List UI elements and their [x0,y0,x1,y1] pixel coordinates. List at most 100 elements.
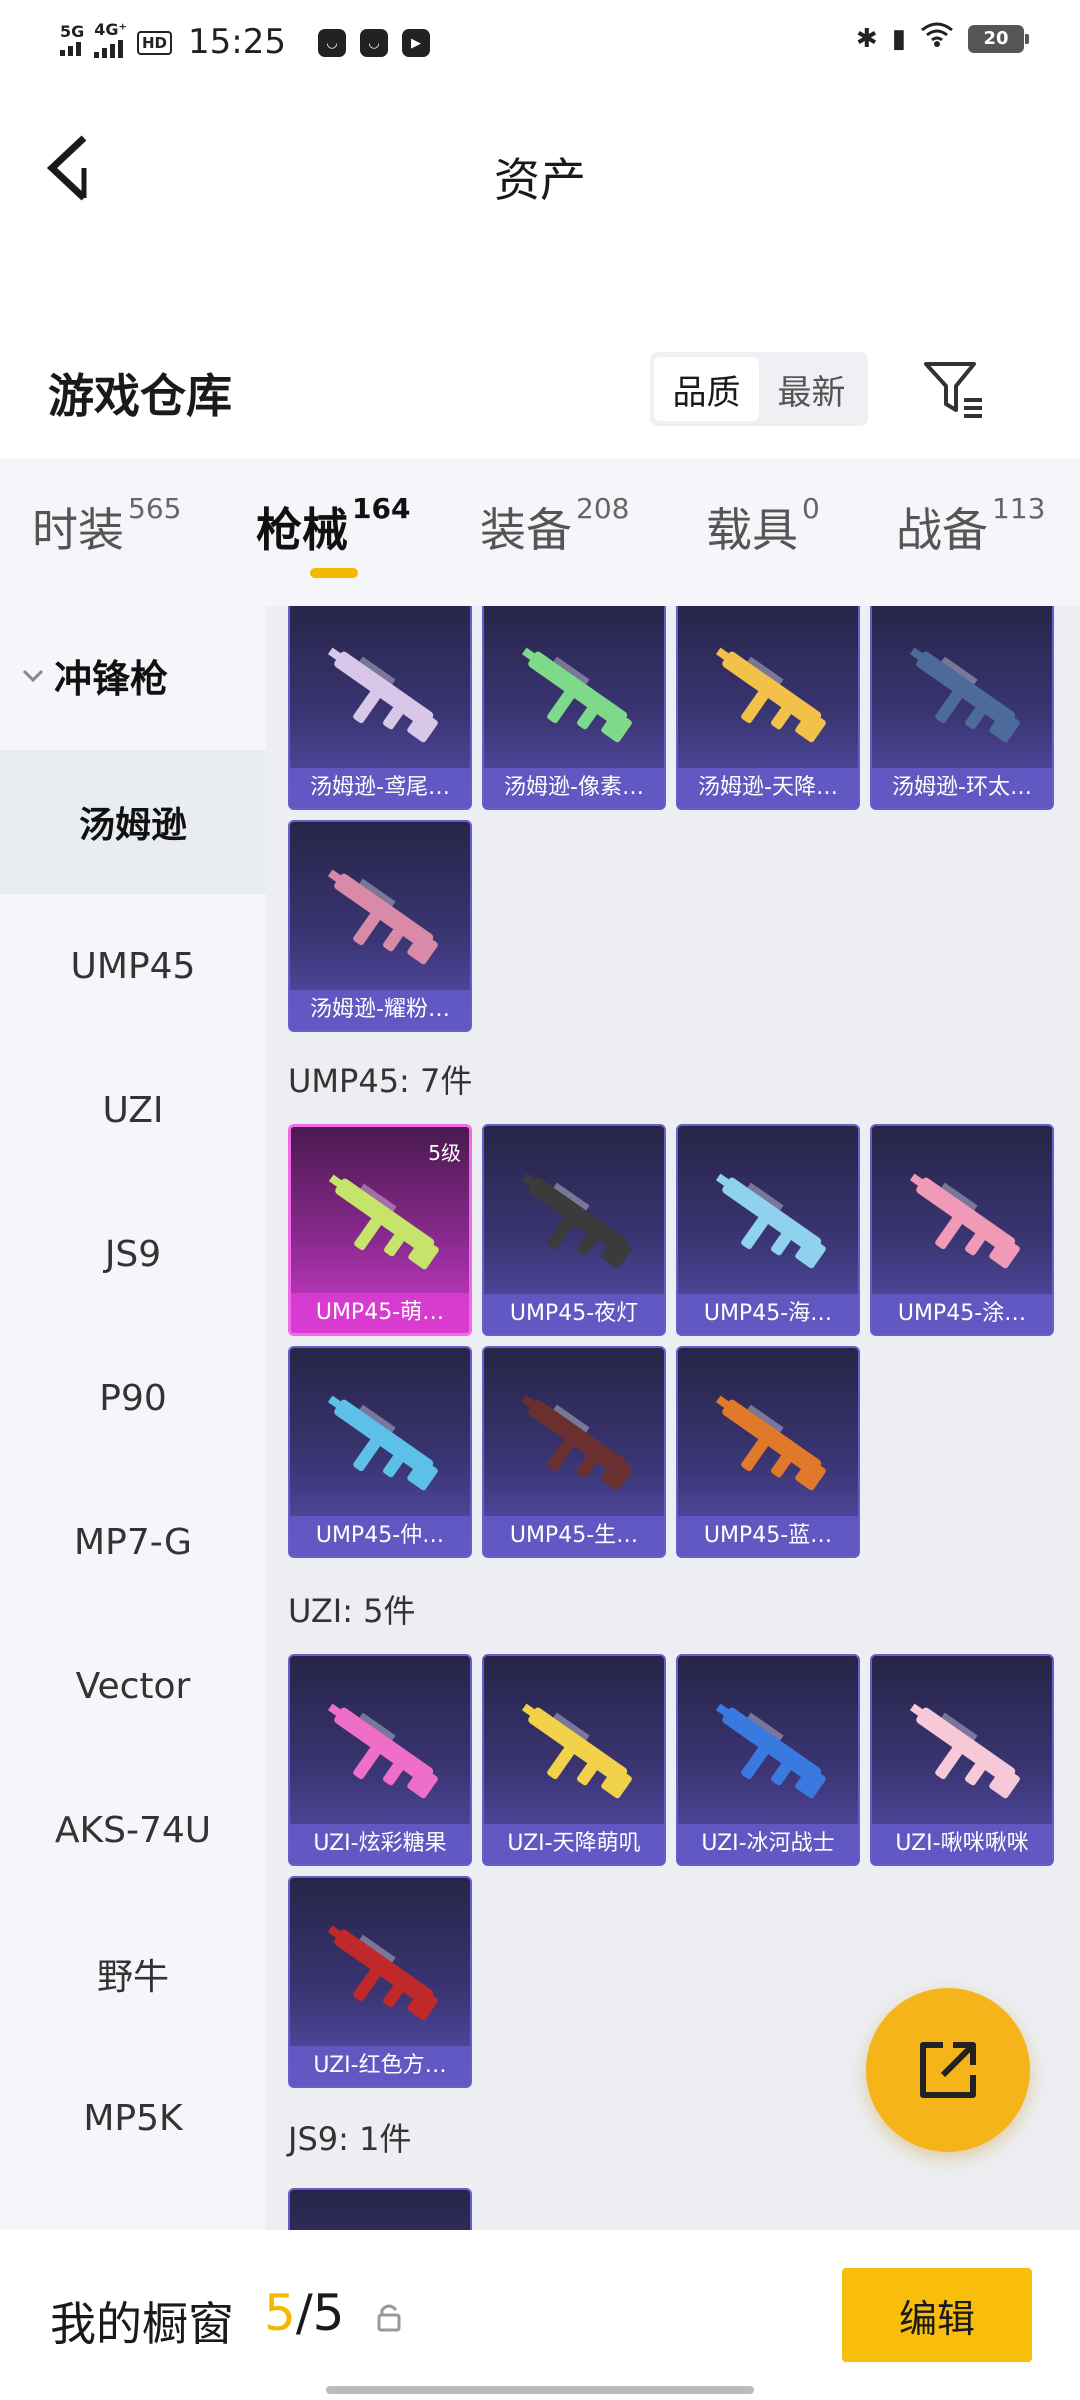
skin-card[interactable]: UMP45-仲… [288,1346,472,1558]
showcase-label: 我的橱窗 [50,2297,234,2351]
gun-image [316,1678,448,1818]
notification-app-icon: ◡ [359,29,388,57]
network-4g: 4G⁺ [94,22,127,58]
filter-icon [924,362,982,418]
bottom-bar: 我的橱窗 5/5 编辑 [0,2230,1080,2400]
group-label-ump45: UMP45: 7件 [288,1062,473,1100]
skin-card[interactable]: UMP45-生… [482,1346,666,1558]
sidebar-item-ump45[interactable]: UMP45 [0,894,266,1038]
skin-name: 汤姆逊-环太… [872,768,1052,808]
skin-card[interactable]: UZI-啾咪啾咪 [870,1654,1054,1866]
tab-vehicles[interactable]: 载具 0 [706,492,820,560]
gun-image [898,622,1030,762]
gun-image [704,1148,836,1288]
weapon-sidebar: 冲锋枪 汤姆逊 UMP45 UZI JS9 P90 MP7-G Vector A… [0,606,266,2230]
tab-fashion[interactable]: 时装 565 [32,492,181,560]
skin-grid: 汤姆逊-鸢尾… 汤姆逊-像素… 汤姆逊-天降… 汤姆逊-环太… 汤姆逊-耀粉… … [266,606,1080,2230]
sidebar-item-bizon[interactable]: 野牛 [0,1902,266,2046]
sidebar-item-mp7g[interactable]: MP7-G [0,1470,266,1614]
nav-bar: 资产 [0,84,1080,254]
skin-card[interactable]: 汤姆逊-鸢尾… [288,606,472,810]
notification-play-icon: ▶ [401,29,430,57]
sidebar-item-uzi[interactable]: UZI [0,1038,266,1182]
skin-card[interactable]: UZI-炫彩糖果 [288,1654,472,1866]
skin-name: 汤姆逊-像素… [484,768,664,808]
sidebar-item-vector[interactable]: Vector [0,1614,266,1758]
skin-name: UMP45-萌… [291,1293,469,1333]
skin-name: UMP45-涂… [872,1294,1052,1334]
skin-card[interactable]: 汤姆逊-环太… [870,606,1054,810]
skin-card[interactable]: UMP45-蓝… [676,1346,860,1558]
wifi-icon [920,22,954,55]
skin-card[interactable]: UMP45-涂… [870,1124,1054,1336]
sort-option-quality[interactable]: 品质 [654,357,759,421]
skin-name: UMP45-生… [484,1516,664,1556]
gun-image [704,1370,836,1510]
page-title: 资产 [494,153,586,207]
skin-level-badge: 5级 [428,1141,461,1165]
skin-card[interactable]: 汤姆逊-天降… [676,606,860,810]
share-external-icon [920,2042,976,2098]
gun-image [704,622,836,762]
sidebar-item-p90[interactable]: P90 [0,1326,266,1470]
battery-icon: 20 [968,24,1029,53]
skin-card[interactable]: UZI-冰河战士 [676,1654,860,1866]
skin-name: UZI-天降萌叽 [484,1824,664,1864]
skin-card[interactable]: 汤姆逊-耀粉… [288,820,472,1032]
filter-button[interactable] [920,354,990,424]
sidebar-item-js9[interactable]: JS9 [0,1182,266,1326]
skin-card[interactable] [288,2188,472,2230]
skin-name: UMP45-蓝… [678,1516,858,1556]
edit-button[interactable]: 编辑 [842,2268,1032,2362]
tab-equipment[interactable]: 装备 208 [480,492,629,560]
gun-image [898,1148,1030,1288]
sidebar-item-aks74u[interactable]: AKS-74U [0,1758,266,1902]
skin-name: 汤姆逊-耀粉… [290,990,470,1030]
gun-image [317,1149,449,1289]
skin-name: UZI-啾咪啾咪 [872,1824,1052,1864]
gun-image [898,1678,1030,1818]
skin-name: UZI-冰河战士 [678,1824,858,1864]
sort-option-newest[interactable]: 最新 [759,357,864,421]
gun-image [316,622,448,762]
share-fab-button[interactable] [866,1988,1030,2152]
gun-image [316,1370,448,1510]
status-time: 15:25 [188,22,286,62]
skin-card[interactable]: UZI-红色方… [288,1876,472,2088]
skin-card[interactable]: 5级 UMP45-萌… [288,1124,472,1336]
tab-guns[interactable]: 枪械 164 [256,492,410,560]
gun-image [316,1900,448,2040]
sort-toggle: 品质 最新 [650,352,868,426]
hd-voice-icon: HD [136,31,172,55]
skin-name: UMP45-海… [678,1294,858,1334]
notification-app-icon: ◡ [317,29,346,57]
home-indicator[interactable] [326,2386,754,2394]
section-header: 游戏仓库 品质 最新 [0,330,1080,450]
sidebar-item-mp5k[interactable]: MP5K [0,2046,266,2190]
skin-card[interactable]: UMP45-海… [676,1124,860,1336]
skin-card[interactable]: 汤姆逊-像素… [482,606,666,810]
tab-battle-gear[interactable]: 战备 113 [896,492,1045,560]
skin-card[interactable]: UZI-天降萌叽 [482,1654,666,1866]
category-tabs: 时装 565 枪械 164 装备 208 载具 0 战备 113 [0,458,1080,606]
group-label-uzi: UZI: 5件 [288,1592,416,1630]
skin-name: 汤姆逊-鸢尾… [290,768,470,808]
skin-card[interactable]: UMP45-夜灯 [482,1124,666,1336]
section-title: 游戏仓库 [48,369,232,423]
status-bar: 5G 4G⁺ HD 15:25 ◡ ◡ ▶ ✱ ▮ 20 [0,0,1080,84]
vibrate-icon: ▮ [891,23,906,54]
gun-image [510,1148,642,1288]
skin-name: UMP45-仲… [290,1516,470,1556]
showcase-count: 5/5 [264,2284,345,2342]
network-5g: 5G [60,24,84,56]
group-label-js9: JS9: 1件 [288,2120,412,2158]
skin-name: UZI-红色方… [290,2046,470,2086]
sidebar-group-smg[interactable]: 冲锋枪 [20,648,168,703]
gun-image [316,844,448,984]
chevron-down-icon [22,669,44,682]
bluetooth-icon: ✱ [855,23,878,54]
gun-image [704,1678,836,1818]
sidebar-item-thompson[interactable]: 汤姆逊 [0,750,266,894]
gun-image [510,1370,642,1510]
skin-name: UZI-炫彩糖果 [290,1824,470,1864]
